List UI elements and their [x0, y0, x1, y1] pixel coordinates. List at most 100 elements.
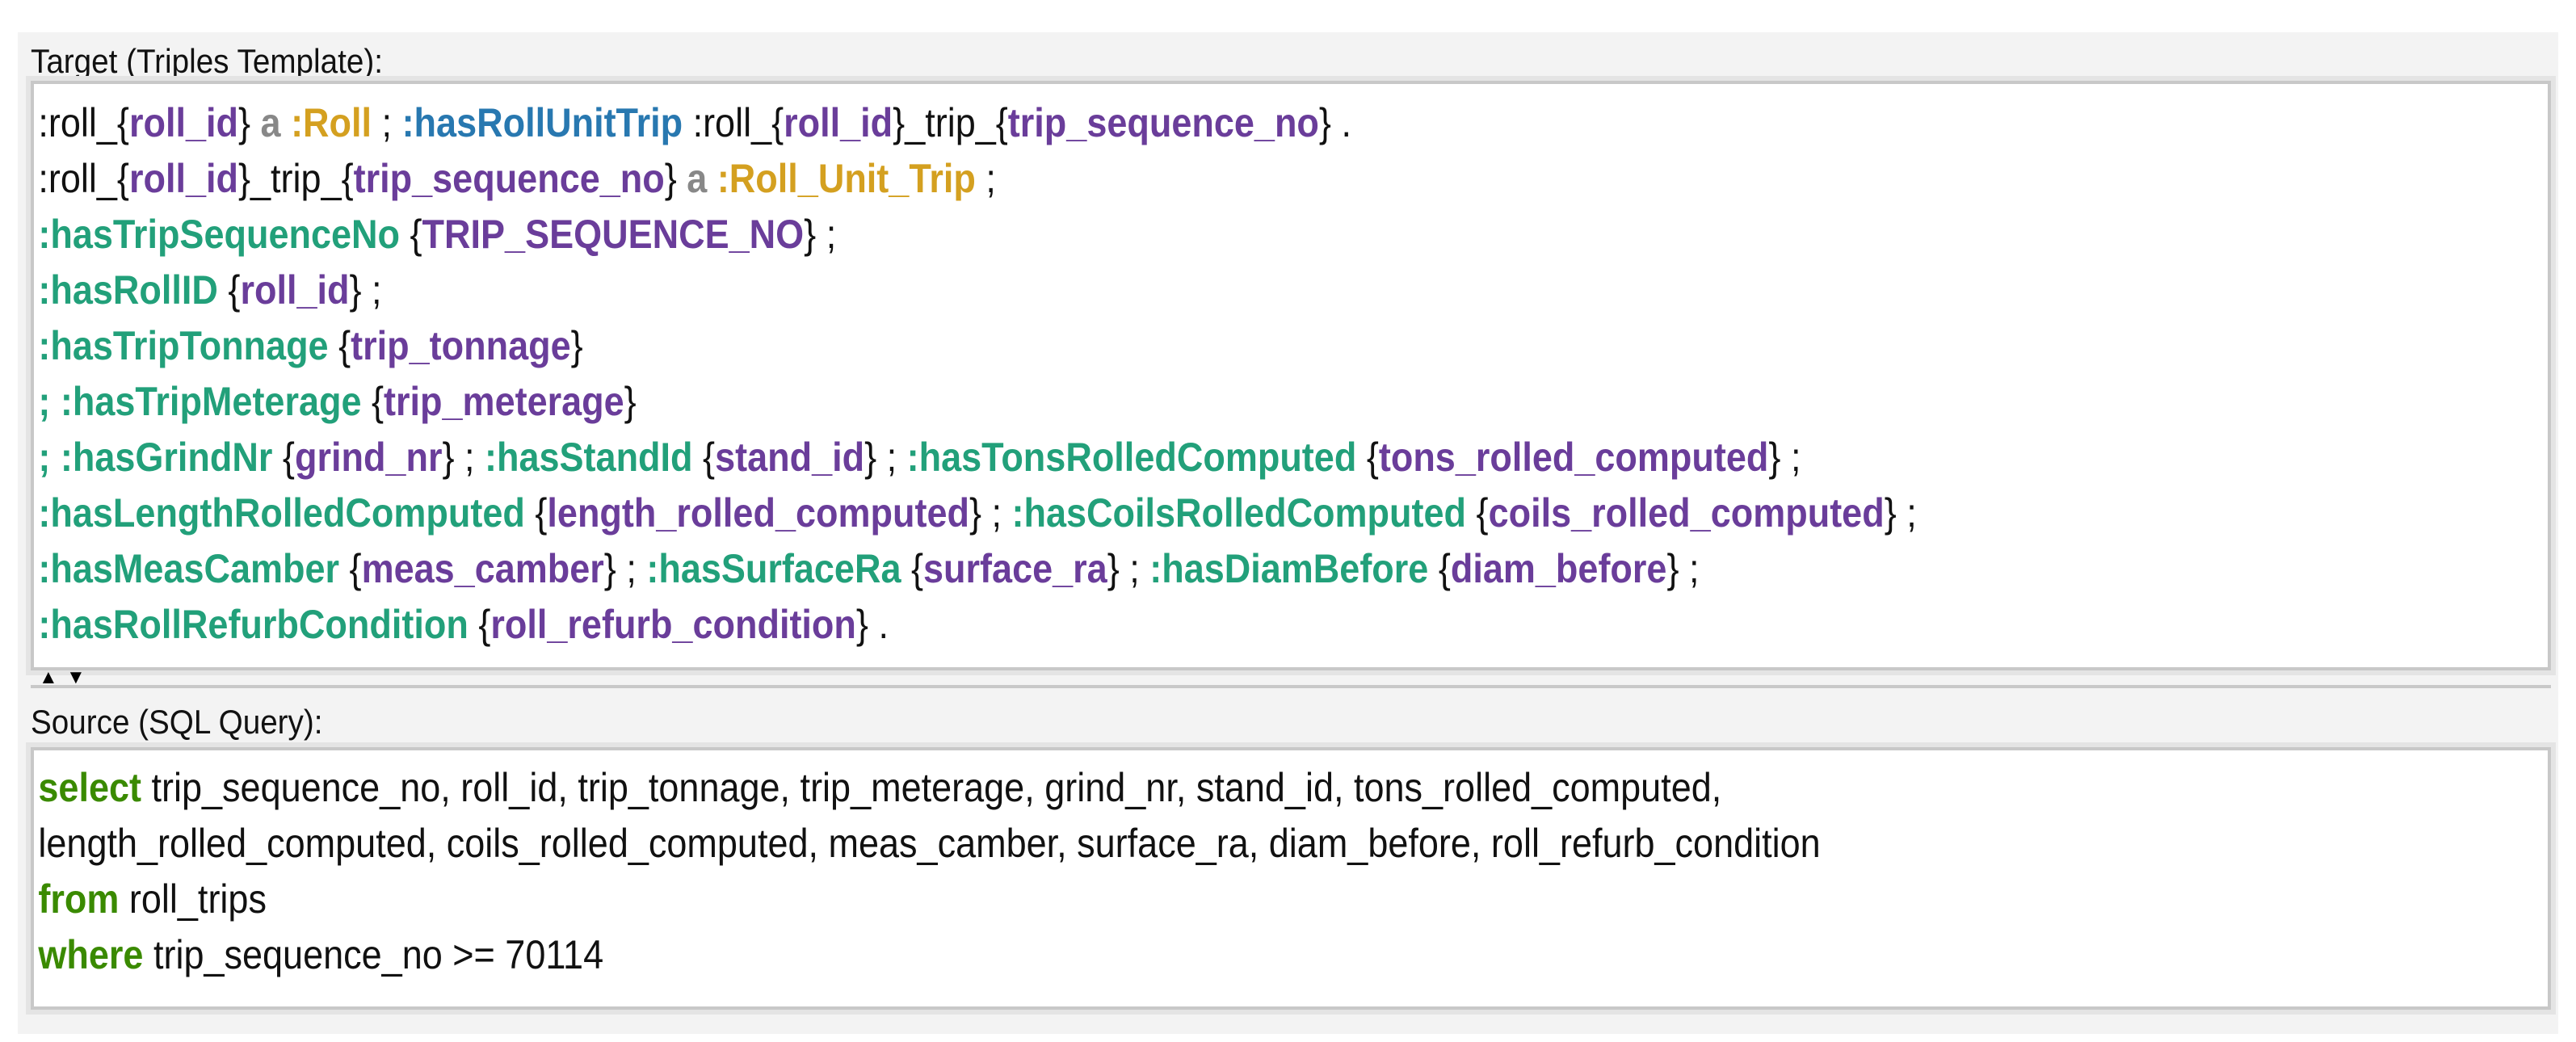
target-line: :roll_{roll_id}_trip_{trip_sequence_no} …: [34, 151, 2297, 207]
target-line: :roll_{roll_id} a :Roll ; :hasRollUnitTr…: [34, 95, 2297, 151]
token-plain: {: [1428, 546, 1451, 591]
token-plain: :roll_{: [683, 100, 784, 145]
token-var: tons_rolled_computed: [1378, 435, 1769, 480]
token-var: stand_id: [715, 435, 865, 480]
splitter[interactable]: ▲ ▼: [31, 668, 2551, 688]
token-link: :hasRollUnitTrip: [401, 100, 683, 145]
target-label: Target (Triples Template):: [31, 42, 383, 80]
token-plain: {: [400, 212, 422, 257]
token-pred: :hasMeasCamber: [38, 546, 340, 591]
token-var: coils_rolled_computed: [1488, 490, 1885, 536]
token-sql: length_rolled_computed, coils_rolled_com…: [38, 821, 1821, 866]
source-line: where trip_sequence_no >= 70114: [34, 927, 2297, 983]
token-plain: {: [272, 435, 295, 480]
token-pred: :hasStandId: [485, 435, 693, 480]
token-var: trip_sequence_no: [1007, 100, 1319, 145]
token-plain: {: [901, 546, 924, 591]
token-plain: } ;: [1768, 435, 1801, 480]
token-pred: :hasCoilsRolledComputed: [1011, 490, 1467, 536]
token-plain: } ;: [1666, 546, 1700, 591]
token-plain: ;: [372, 100, 402, 145]
token-plain: {: [1356, 435, 1379, 480]
source-sql-editor[interactable]: select trip_sequence_no, roll_id, trip_t…: [26, 742, 2556, 1015]
target-line: :hasRollRefurbCondition {roll_refurb_con…: [34, 597, 2297, 653]
target-line: :hasMeasCamber {meas_camber} ; :hasSurfa…: [34, 541, 2297, 597]
token-pred: :hasLengthRolledComputed: [38, 490, 525, 536]
token-var: surface_ra: [923, 546, 1107, 591]
target-template-editor[interactable]: :roll_{roll_id} a :Roll ; :hasRollUnitTr…: [26, 76, 2556, 675]
collapse-down-icon[interactable]: ▼: [66, 668, 86, 687]
token-plain: }: [664, 156, 687, 201]
token-sql: roll_trips: [119, 876, 267, 922]
token-var: diam_before: [1450, 546, 1667, 591]
token-plain: } ;: [804, 212, 837, 257]
token-var: roll_id: [128, 156, 238, 201]
token-var: roll_id: [784, 100, 893, 145]
token-a: a: [260, 100, 292, 145]
target-line: :hasTripSequenceNo {TRIP_SEQUENCE_NO} ;: [34, 207, 2297, 263]
expand-up-icon[interactable]: ▲: [39, 668, 58, 687]
token-plain: {: [468, 602, 491, 647]
token-var: length_rolled_computed: [547, 490, 969, 536]
source-label: Source (SQL Query):: [31, 703, 323, 741]
token-plain: } .: [855, 602, 889, 647]
token-var: roll_id: [128, 100, 238, 145]
token-pred: :hasSurfaceRa: [646, 546, 901, 591]
token-pred: :hasGrindNr: [60, 435, 273, 480]
token-var: trip_meterage: [384, 379, 624, 424]
token-plain: {: [217, 267, 241, 313]
token-plain: {: [328, 323, 351, 368]
token-var: roll_refurb_condition: [490, 602, 856, 647]
token-plain: } ;: [349, 267, 382, 313]
token-plain: } ;: [969, 490, 1012, 536]
token-plain: {: [1466, 490, 1489, 536]
token-pred: :hasTonsRolledComputed: [906, 435, 1357, 480]
token-plain: } ;: [603, 546, 647, 591]
token-plain: } ;: [1107, 546, 1150, 591]
target-line: ; :hasGrindNr {grind_nr} ; :hasStandId {…: [34, 430, 2297, 485]
token-var: grind_nr: [294, 435, 443, 480]
token-pred: :hasTripSequenceNo: [38, 212, 401, 257]
token-var: trip_sequence_no: [353, 156, 665, 201]
token-var: trip_tonnage: [351, 323, 571, 368]
token-a: a: [687, 156, 717, 201]
token-plain: } ;: [442, 435, 485, 480]
token-pred: :hasDiamBefore: [1149, 546, 1429, 591]
token-kw: select: [38, 765, 142, 810]
token-plain: {: [361, 379, 385, 424]
token-plain: {: [692, 435, 716, 480]
source-line: select trip_sequence_no, roll_id, trip_t…: [34, 760, 2297, 816]
token-pred: :hasTripTonnage: [38, 323, 329, 368]
token-sql: trip_sequence_no, roll_id, trip_tonnage,…: [141, 765, 1722, 810]
token-plain: {: [524, 490, 548, 536]
token-plain: {: [339, 546, 362, 591]
token-var: TRIP_SEQUENCE_NO: [422, 212, 805, 257]
token-plain: } .: [1318, 100, 1351, 145]
target-line: :hasRollID {roll_id} ;: [34, 263, 2297, 318]
target-line: :hasTripTonnage {trip_tonnage}: [34, 318, 2297, 374]
token-plain: :roll_{: [38, 100, 129, 145]
source-line: length_rolled_computed, coils_rolled_com…: [34, 816, 2297, 872]
token-plain: } ;: [864, 435, 907, 480]
token-plain: }_trip_{: [893, 100, 1008, 145]
token-plain: }: [570, 323, 583, 368]
token-pred: :hasTripMeterage: [60, 379, 362, 424]
token-var: meas_camber: [361, 546, 604, 591]
token-pred: :hasRollID: [38, 267, 218, 313]
token-class: :Roll: [291, 100, 372, 145]
token-class: :Roll_Unit_Trip: [716, 156, 976, 201]
token-plain: }: [237, 100, 261, 145]
token-var: roll_id: [240, 267, 350, 313]
target-line: :hasLengthRolledComputed {length_rolled_…: [34, 485, 2297, 541]
token-pred: :hasRollRefurbCondition: [38, 602, 469, 647]
token-plain: } ;: [1884, 490, 1917, 536]
token-kw: from: [38, 876, 120, 922]
token-pred: ;: [38, 379, 61, 424]
target-line: ; :hasTripMeterage {trip_meterage}: [34, 374, 2297, 430]
token-sql: trip_sequence_no >= 70114: [143, 932, 604, 977]
token-plain: :roll_{: [38, 156, 129, 201]
token-plain: }: [624, 379, 637, 424]
token-plain: }_trip_{: [237, 156, 354, 201]
source-line: from roll_trips: [34, 872, 2297, 927]
token-plain: ;: [975, 156, 996, 201]
